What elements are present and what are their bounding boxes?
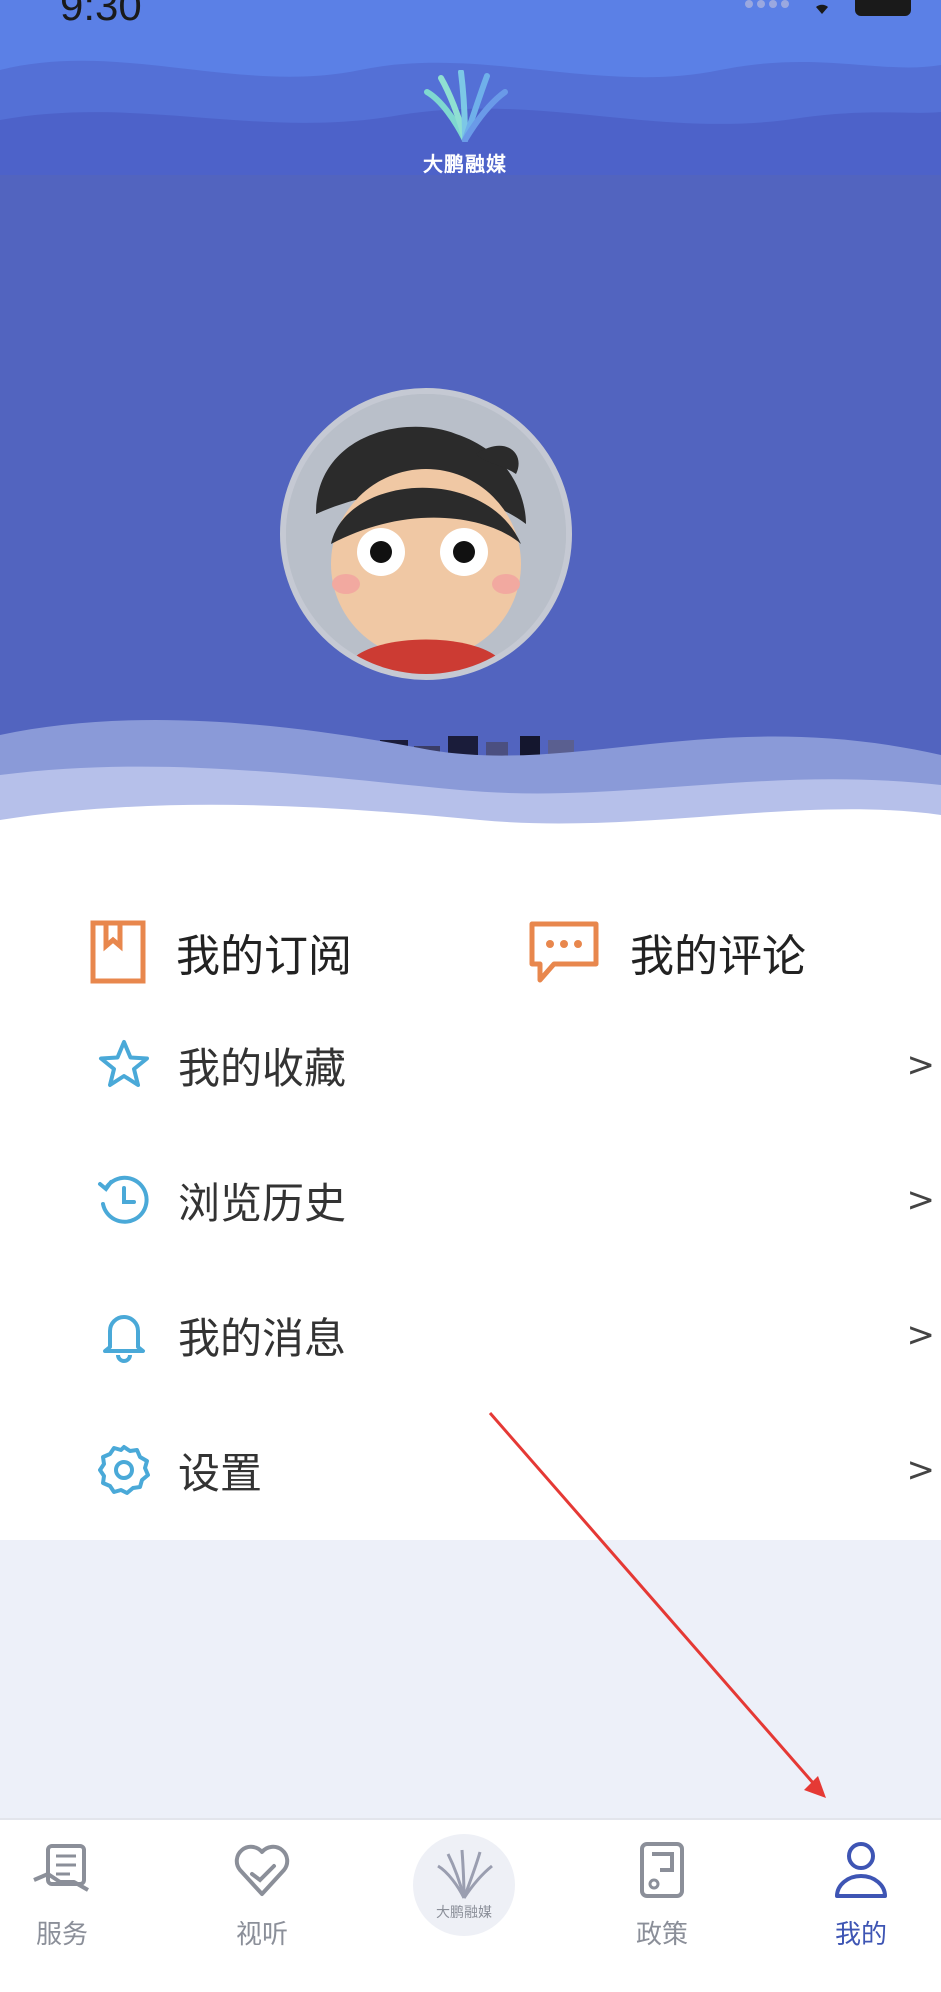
- cartoon-avatar-image: [286, 394, 566, 674]
- bell-icon: [103, 1315, 145, 1363]
- tab-mine[interactable]: 我的: [791, 1838, 931, 1951]
- menu-item-history[interactable]: 浏览历史 >: [0, 1145, 941, 1255]
- menu-panel: 我的订阅 我的评论 我的收藏 > 浏览历史 > 我的消息 > 设置 >: [0, 830, 941, 1540]
- policy-icon: [640, 1842, 684, 1898]
- tab-audio-video[interactable]: 视听: [192, 1838, 332, 1951]
- menu-item-messages[interactable]: 我的消息 >: [0, 1280, 941, 1390]
- shell-logo-icon: [424, 69, 508, 143]
- tab-label: 视听: [235, 1920, 288, 1950]
- user-icon: [835, 1842, 887, 1898]
- chevron-right-icon: >: [906, 1315, 936, 1355]
- comment-bubble-icon: [529, 921, 599, 983]
- bottom-tab-bar: 服务 视听 大鹏融媒 政策 我的: [0, 1818, 941, 1992]
- menu-item-settings[interactable]: 设置 >: [0, 1415, 941, 1525]
- gear-icon: [98, 1445, 150, 1495]
- tab-label: 服务: [35, 1920, 88, 1950]
- brand-logo: 大鹏融媒: [410, 69, 520, 175]
- wifi-icon: [816, 4, 828, 14]
- tab-label: 政策: [635, 1920, 688, 1950]
- my-subscriptions-link[interactable]: 我的订阅: [90, 920, 352, 984]
- menu-item-label: 设置: [178, 1448, 263, 1498]
- shell-logo-icon: [437, 1849, 493, 1899]
- menu-item-label: 我的收藏: [178, 1043, 347, 1093]
- tab-label: 我的: [834, 1920, 887, 1950]
- chevron-right-icon: >: [906, 1045, 936, 1085]
- app-header: 9:30 大鹏融媒: [0, 0, 941, 175]
- my-subscriptions-label: 我的订阅: [176, 931, 352, 982]
- signal-icon: [745, 0, 789, 8]
- avatar[interactable]: [280, 388, 572, 680]
- history-clock-icon: [98, 1175, 149, 1224]
- tab-service[interactable]: 服务: [0, 1838, 132, 1951]
- status-time: 9:30: [60, 0, 142, 29]
- profile-section: [0, 175, 941, 855]
- tab-policy[interactable]: 政策: [592, 1838, 732, 1951]
- service-icon: [33, 1844, 89, 1892]
- heart-icon: [234, 1844, 290, 1896]
- menu-item-label: 我的消息: [178, 1313, 347, 1363]
- center-home-button[interactable]: 大鹏融媒: [413, 1834, 515, 1936]
- bookmark-book-icon: [90, 920, 146, 984]
- star-icon: [99, 1040, 149, 1087]
- menu-item-favorites[interactable]: 我的收藏 >: [0, 1010, 941, 1120]
- brand-logo-text: 大鹏融媒: [423, 152, 507, 175]
- battery-icon: [855, 0, 911, 16]
- menu-item-label: 浏览历史: [178, 1178, 347, 1228]
- my-comments-link[interactable]: 我的评论: [528, 920, 806, 984]
- my-comments-label: 我的评论: [630, 931, 806, 982]
- status-indicators: [745, 0, 911, 16]
- chevron-right-icon: >: [906, 1180, 936, 1220]
- center-logo-text: 大鹏融媒: [436, 1905, 492, 1921]
- chevron-right-icon: >: [906, 1450, 936, 1490]
